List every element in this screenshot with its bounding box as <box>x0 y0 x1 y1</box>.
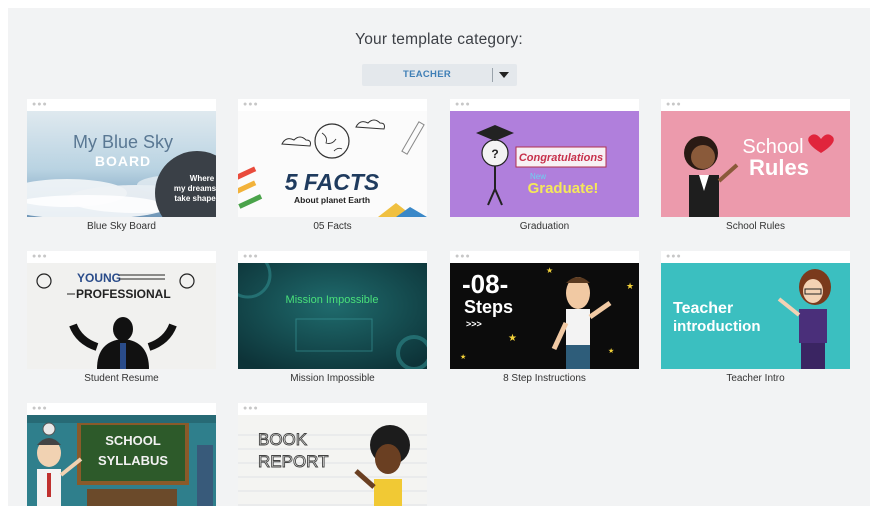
card-frame: ●●● BOOK REPORT <box>238 403 427 506</box>
thumb-text: PROFESSIONAL <box>76 287 171 301</box>
card-frame: ●●● 5 FACTS About planet Earth <box>238 99 427 217</box>
template-thumbnail[interactable]: YOUNG PROFESSIONAL <box>27 263 216 369</box>
card-frame: ●●● ? Congratulations New Graduate! <box>450 99 639 217</box>
card-frame: ●●● Teacher introduction <box>661 251 850 369</box>
window-dots-icon: ●●● <box>666 101 682 108</box>
window-dots-icon: ●●● <box>243 101 259 108</box>
template-title[interactable]: Graduation <box>440 221 649 232</box>
thumb-text: BOARD <box>95 153 151 169</box>
template-thumbnail[interactable]: -08- Steps >>> ★ ★ ★ ★ ★ <box>450 263 639 369</box>
svg-text:★: ★ <box>460 353 466 361</box>
template-thumbnail[interactable]: School Rules <box>661 111 850 217</box>
card-frame: ●●● SCHOOL SYLLABUS <box>27 403 216 506</box>
thumb-text: -08- <box>462 269 508 299</box>
template-thumbnail[interactable]: Teacher introduction <box>661 263 850 369</box>
template-title[interactable]: 8 Step Instructions <box>440 373 649 384</box>
thumb-text: Graduate! <box>528 180 599 197</box>
thumb-text: 5 FACTS <box>285 169 380 195</box>
card-frame: ●●● School Rules <box>661 99 850 217</box>
thumb-text: My Blue Sky <box>73 132 173 152</box>
thumb-text: Where <box>190 174 215 183</box>
template-title[interactable]: 05 Facts <box>228 221 437 232</box>
svg-text:★: ★ <box>546 266 553 275</box>
card-frame: ●●● My Blue Sky BOARD Where my dreams ta… <box>27 99 216 217</box>
dropdown-divider <box>492 68 493 82</box>
template-thumbnail[interactable]: 5 FACTS About planet Earth <box>238 111 427 217</box>
thumb-text: Rules <box>749 155 809 180</box>
thumb-text: YOUNG <box>77 271 121 285</box>
svg-text:★: ★ <box>626 281 634 291</box>
category-dropdown-value: TEACHER <box>402 69 452 80</box>
svg-text:★: ★ <box>508 333 517 344</box>
window-dots-icon: ●●● <box>243 405 259 412</box>
template-title[interactable]: Mission Impossible <box>228 373 437 384</box>
thumb-text: Steps <box>464 297 513 317</box>
thumb-text: take shape <box>174 194 216 203</box>
window-dots-icon: ●●● <box>32 101 48 108</box>
thumb-text: Congratulations <box>519 152 603 164</box>
thumb-text: introduction <box>673 318 760 335</box>
template-thumbnail[interactable]: Mission Impossible <box>238 263 427 369</box>
template-thumbnail[interactable]: ? Congratulations New Graduate! <box>450 111 639 217</box>
thumb-text: About planet Earth <box>294 195 370 205</box>
window-dots-icon: ●●● <box>455 253 471 260</box>
template-title[interactable]: School Rules <box>651 221 860 232</box>
thumb-text: REPORT <box>258 452 329 471</box>
template-thumbnail[interactable]: BOOK REPORT <box>238 415 427 506</box>
svg-text:★: ★ <box>608 347 614 355</box>
card-frame: ●●● YOUNG PROFESSIONAL <box>27 251 216 369</box>
category-dropdown[interactable]: TEACHER <box>362 64 517 86</box>
thumb-text: SCHOOL <box>105 433 161 448</box>
template-title[interactable]: Teacher Intro <box>651 373 860 384</box>
thumb-text: my dreams <box>174 184 216 193</box>
window-dots-icon: ●●● <box>32 253 48 260</box>
thumb-text: >>> <box>466 319 482 329</box>
chevron-down-icon[interactable] <box>499 72 509 78</box>
template-title[interactable]: Student Resume <box>17 373 226 384</box>
window-dots-icon: ●●● <box>32 405 48 412</box>
thumb-text: BOOK <box>258 430 308 449</box>
window-dots-icon: ●●● <box>666 253 682 260</box>
template-panel: Your template category: TEACHER ●●● My B… <box>8 8 870 506</box>
window-dots-icon: ●●● <box>243 253 259 260</box>
template-title[interactable]: Blue Sky Board <box>17 221 226 232</box>
template-thumbnail[interactable]: My Blue Sky BOARD Where my dreams take s… <box>27 111 216 217</box>
template-thumbnail[interactable]: SCHOOL SYLLABUS <box>27 415 216 506</box>
svg-text:?: ? <box>491 147 498 161</box>
thumb-text: SYLLABUS <box>98 453 168 468</box>
thumb-text: Teacher <box>673 300 733 317</box>
category-heading: Your template category: <box>355 31 523 48</box>
window-dots-icon: ●●● <box>455 101 471 108</box>
card-frame: ●●● -08- Steps >>> ★ ★ ★ ★ ★ <box>450 251 639 369</box>
thumb-text: Mission Impossible <box>286 294 379 306</box>
card-frame: ●●● Mission Impossible <box>238 251 427 369</box>
